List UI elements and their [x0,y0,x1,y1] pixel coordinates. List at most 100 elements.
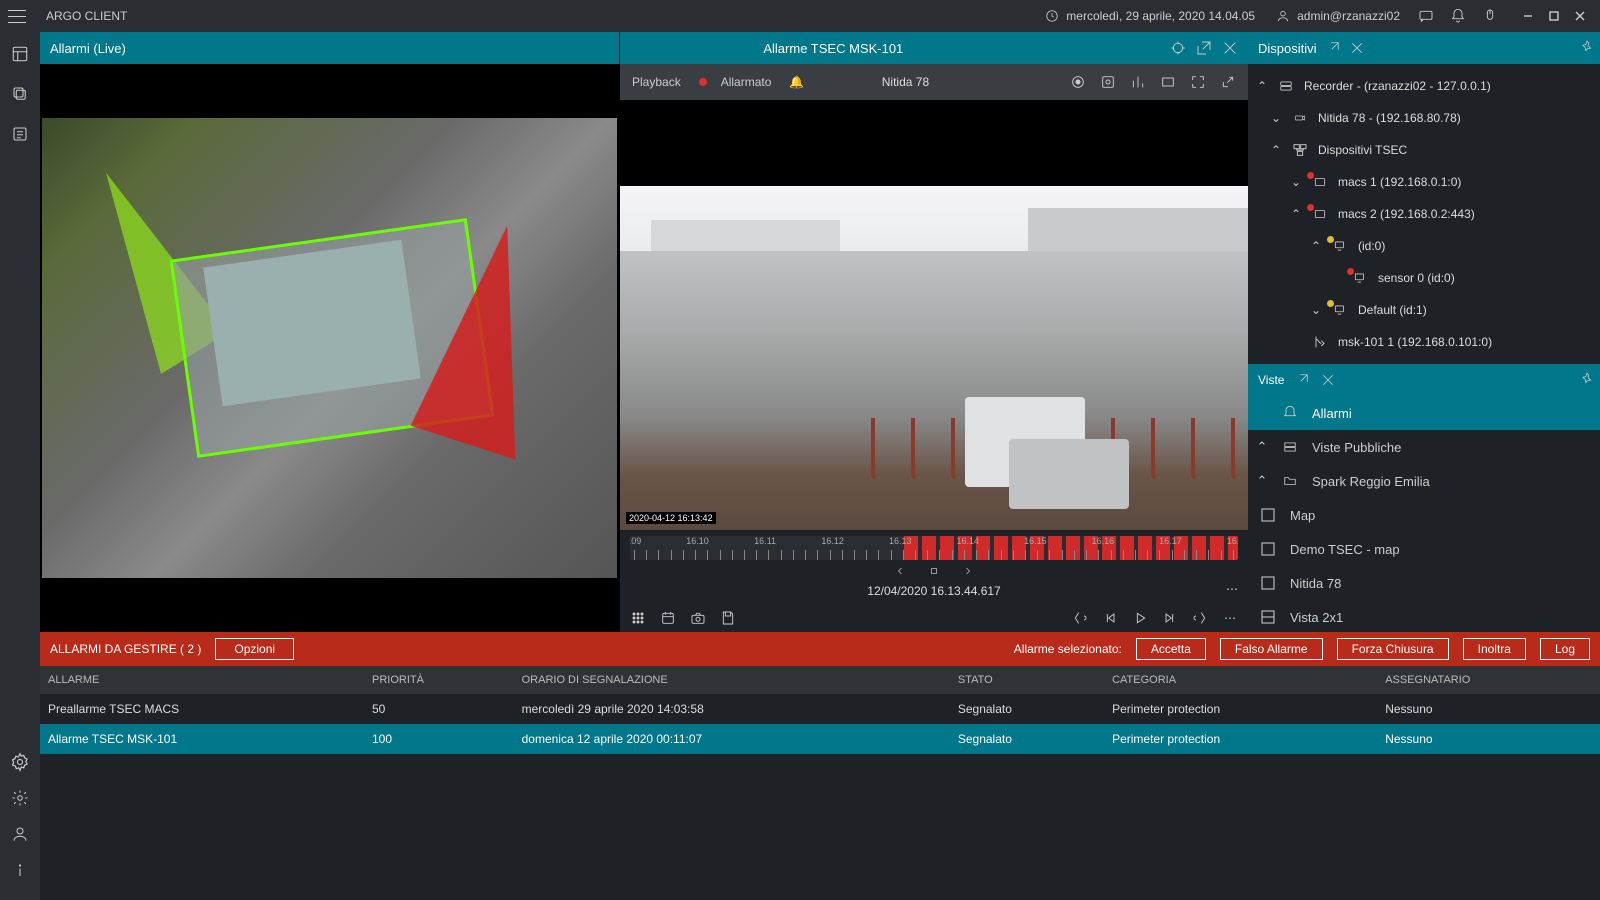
video-frame[interactable]: 2020-04-12 16:13:42 [620,100,1248,530]
alarms-live-header: Allarmi (Live) [40,32,619,64]
tree-msk101[interactable]: ·msk-101 1 (192.168.0.101:0) [1248,326,1600,358]
forward-button[interactable]: Inoltra [1463,638,1526,660]
accept-button[interactable]: Accetta [1136,638,1206,660]
tree-id0[interactable]: ⌃(id:0) [1248,230,1600,262]
cell-time: mercoledì 29 aprile 2020 14:03:58 [514,694,950,724]
skip-back-icon[interactable] [1102,610,1118,626]
devices-close-icon[interactable] [1349,40,1365,56]
step-back-icon[interactable] [893,564,907,578]
force-close-button[interactable]: Forza Chiusura [1337,638,1449,660]
folder-icon [1278,474,1302,488]
rail-settings-filled-icon[interactable] [10,752,30,772]
table-row[interactable]: Allarme TSEC MSK-101100domenica 12 april… [40,724,1600,754]
close-button[interactable] [1568,4,1592,28]
devices-popout-icon[interactable] [1325,40,1341,56]
tree-default1[interactable]: ⌄Default (id:1) [1248,294,1600,326]
stop-icon[interactable] [927,564,941,578]
views-pin-icon[interactable] [1580,372,1594,389]
bell-icon[interactable] [1450,8,1466,24]
maximize-button[interactable] [1542,4,1566,28]
cell-alarm: Allarme TSEC MSK-101 [40,724,364,754]
view-nitida[interactable]: Nitida 78 [1248,566,1600,600]
log-button[interactable]: Log [1540,638,1590,660]
options-button[interactable]: Opzioni [215,638,294,660]
rail-copy-icon[interactable] [10,84,30,104]
menu-icon[interactable] [8,7,26,25]
cell-priority: 50 [364,694,514,724]
calendar-icon[interactable] [660,610,676,626]
more2-icon[interactable]: ⋯ [1222,610,1238,626]
false-alarm-button[interactable]: Falso Allarme [1220,638,1323,660]
pin-icon[interactable] [1580,40,1594,57]
cell-category: Perimeter protection [1104,724,1377,754]
skip-fwd-icon[interactable] [1162,610,1178,626]
views-close-icon[interactable] [1320,372,1336,388]
bell-right-icon[interactable] [1192,610,1208,626]
user-text: admin@rzanazzi02 [1297,9,1400,23]
alarm-bell-icon: 🔔 [789,75,804,89]
view-map[interactable]: Map [1248,498,1600,532]
tree-recorder[interactable]: ⌃Recorder - (rzanazzi02 - 127.0.0.1) [1248,70,1600,102]
col-priority[interactable]: PRIORITÀ [364,666,514,694]
view-spark[interactable]: ⌃ Spark Reggio Emilia [1248,464,1600,498]
view-public[interactable]: ⌃ Viste Pubbliche [1248,430,1600,464]
grid-icon[interactable] [630,610,646,626]
views-popout-icon[interactable] [1294,372,1310,388]
snapshot-icon[interactable] [1100,74,1116,90]
view-allarmi[interactable]: Allarmi [1248,396,1600,430]
tick-label: 16.16 [1092,536,1115,546]
devices-title: Dispositivi [1258,41,1317,56]
tree-tsec-group[interactable]: ⌃Dispositivi TSEC [1248,134,1600,166]
minimize-button[interactable] [1516,4,1540,28]
dock-icon[interactable] [1220,74,1236,90]
col-time[interactable]: ORARIO DI SEGNALAZIONE [514,666,950,694]
site-map [42,118,617,578]
tick-label: 16.13 [889,536,912,546]
rail-settings-icon[interactable] [10,788,30,808]
view-demo[interactable]: Demo TSEC - map [1248,532,1600,566]
tree-macs2[interactable]: ⌃macs 2 (192.168.0.2:443) [1248,198,1600,230]
tree-macs1[interactable]: ⌄macs 1 (192.168.0.1:0) [1248,166,1600,198]
col-category[interactable]: CATEGORIA [1104,666,1377,694]
view-2x1[interactable]: Vista 2x1 [1248,600,1600,632]
camera-icon[interactable] [690,610,706,626]
user-display[interactable]: admin@rzanazzi02 [1275,8,1400,24]
more-icon[interactable]: ⋯ [1226,582,1238,596]
datetime-display: mercoledì, 29 aprile, 2020 14.04.05 [1044,8,1255,24]
rail-log-icon[interactable] [10,124,30,144]
table-row[interactable]: Preallarme TSEC MACS50mercoledì 29 april… [40,694,1600,724]
save-icon[interactable] [720,610,736,626]
chat-icon[interactable] [1418,8,1434,24]
bell-left-icon[interactable] [1072,610,1088,626]
record-icon[interactable] [1070,74,1086,90]
bell-icon [1278,405,1302,421]
popout-icon[interactable] [1196,40,1212,56]
tree-nitida[interactable]: ⌄Nitida 78 - (192.168.80.78) [1248,102,1600,134]
selected-alarm-label: Allarme selezionato: [1014,642,1122,656]
play-icon[interactable] [1132,610,1148,626]
cell-alarm: Preallarme TSEC MACS [40,694,364,724]
datetime-text: mercoledì, 29 aprile, 2020 14.04.05 [1066,9,1255,23]
tick-label: 16.18 [1227,536,1238,546]
col-alarm[interactable]: ALLARME [40,666,364,694]
app-title: ARGO CLIENT [46,9,127,23]
building-roof [203,240,421,406]
col-state[interactable]: STATO [950,666,1104,694]
col-assignee[interactable]: ASSEGNATARIO [1377,666,1600,694]
mouse-icon[interactable] [1482,8,1498,24]
tree-sensor0[interactable]: ·sensor 0 (id:0) [1248,262,1600,294]
cell-category: Perimeter protection [1104,694,1377,724]
timeline[interactable]: 16.0916.1016.1116.1216.1316.1416.1516.16… [630,536,1238,560]
views-list: Allarmi ⌃ Viste Pubbliche ⌃ Spark Reggio… [1248,396,1600,632]
step-fwd-icon[interactable] [961,564,975,578]
map-area[interactable] [40,64,619,632]
rail-info-icon[interactable] [10,860,30,880]
close-icon[interactable] [1222,40,1238,56]
aspect-icon[interactable] [1160,74,1176,90]
fullscreen-icon[interactable] [1190,74,1206,90]
locate-icon[interactable] [1170,40,1186,56]
rail-layout-icon[interactable] [10,44,30,64]
views-header: Viste [1248,364,1600,396]
levels-icon[interactable] [1130,74,1146,90]
rail-user-icon[interactable] [10,824,30,844]
